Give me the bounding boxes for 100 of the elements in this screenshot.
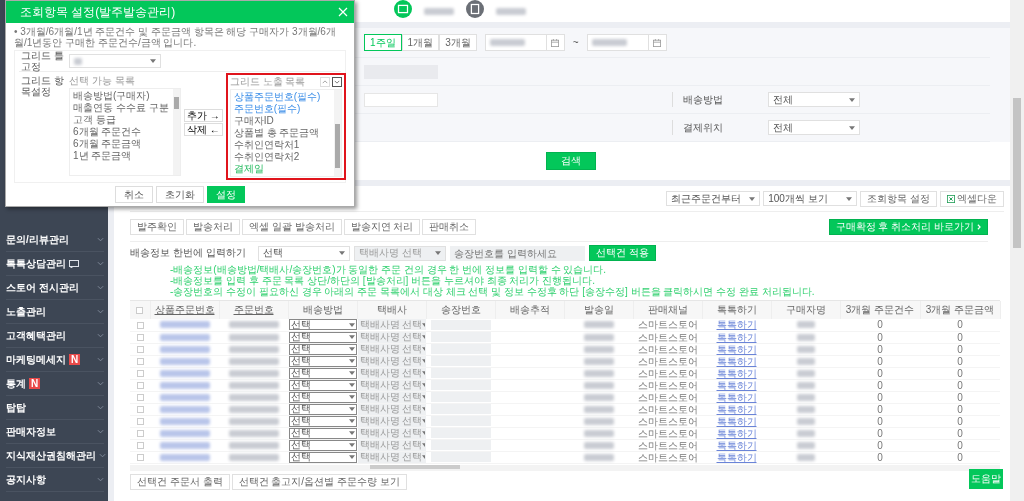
sidebar-item[interactable]: 판매자정보	[6, 420, 104, 444]
remove-button[interactable]: 삭제 ←	[184, 123, 223, 136]
select-field[interactable]: 선택	[288, 319, 357, 331]
scrollbar[interactable]	[1010, 0, 1024, 501]
action-button[interactable]: 발송지연 처리	[343, 218, 421, 235]
checkbox[interactable]	[136, 334, 144, 342]
select-field[interactable]: 선택	[258, 245, 350, 261]
talk-link[interactable]: 톡톡하기	[716, 355, 757, 367]
checkbox[interactable]	[136, 418, 144, 426]
chevron-down-icon	[97, 261, 104, 266]
period-tab[interactable]: 3개월	[439, 34, 477, 51]
list-item[interactable]: 매출연동 수수료 구분	[73, 102, 173, 114]
talk-link[interactable]: 톡톡하기	[716, 343, 757, 355]
select-field[interactable]: 선택	[288, 379, 357, 391]
sidebar-item[interactable]: 통계 N	[6, 372, 104, 396]
action-button[interactable]: 엑셀 일괄 발송처리	[242, 218, 342, 235]
scrollbar[interactable]	[173, 89, 180, 175]
checkbox[interactable]	[136, 442, 144, 450]
list-item[interactable]: 수취인연락처1	[233, 139, 334, 151]
checkbox[interactable]	[136, 346, 144, 354]
sidebar-item[interactable]: 지식재산권침해관리	[6, 444, 104, 468]
checkbox[interactable]	[136, 322, 144, 330]
list-item[interactable]: 상품별 총 주문금액	[233, 127, 334, 139]
checkbox[interactable]	[136, 370, 144, 378]
blurred-text	[583, 345, 614, 353]
talk-link[interactable]: 톡톡하기	[716, 367, 757, 379]
select-field[interactable]: 전체	[768, 120, 860, 135]
period-tab[interactable]: 1개월	[401, 34, 440, 51]
action-button[interactable]: 선택건 주문서 출력	[130, 473, 230, 490]
select-field[interactable]: 전체	[768, 92, 860, 107]
checkbox[interactable]	[136, 394, 144, 402]
checkbox[interactable]	[136, 406, 144, 414]
talk-link[interactable]: 톡톡하기	[716, 427, 757, 439]
checkbox[interactable]	[136, 382, 144, 390]
select-field[interactable]: 100개씩 보기	[763, 191, 858, 206]
list-item[interactable]: 구매자ID	[233, 115, 334, 127]
list-item[interactable]: 주문번호(필수)	[233, 103, 334, 115]
checkbox[interactable]	[136, 430, 144, 438]
select-field[interactable]: 선택	[288, 403, 357, 415]
table-cell: 0	[920, 451, 1000, 463]
talk-link[interactable]: 톡톡하기	[716, 331, 757, 343]
list-item[interactable]: 고객 등급	[73, 114, 173, 126]
talk-link[interactable]: 톡톡하기	[716, 451, 757, 463]
sidebar-item[interactable]: 노출관리	[6, 300, 104, 324]
select-field[interactable]	[364, 92, 438, 107]
scrollbar[interactable]	[333, 90, 341, 176]
list-item[interactable]: 수취인연락처2	[233, 151, 334, 163]
sidebar-item[interactable]: 마케팅메세지 N	[6, 348, 104, 372]
date-field[interactable]	[586, 34, 667, 51]
list-item[interactable]: 배송방법(구매자)	[73, 90, 173, 102]
talk-link[interactable]: 톡톡하기	[716, 379, 757, 391]
sidebar-item[interactable]: 스토어 전시관리	[6, 276, 104, 300]
list-item[interactable]: 1년 주문금액	[73, 150, 173, 162]
move-down-button[interactable]	[331, 77, 342, 87]
select-field[interactable]: 최근주문건부터	[666, 191, 761, 206]
talk-link[interactable]: 톡톡하기	[716, 403, 757, 415]
table-cell: 0	[840, 451, 920, 463]
column-header[interactable]: 상품주문번호	[150, 301, 219, 319]
excel-download-button[interactable]: 엑셀다운	[940, 190, 1004, 207]
sidebar-item[interactable]: 공지사항	[6, 468, 104, 492]
action-button[interactable]: 발송처리	[186, 218, 240, 235]
checkbox[interactable]	[136, 454, 144, 462]
table-cell: 0	[840, 427, 920, 439]
select-field[interactable]: 선택	[288, 451, 357, 463]
add-button[interactable]: 추가 →	[184, 109, 223, 122]
select-field[interactable]: 선택	[288, 439, 357, 451]
column-header[interactable]: 주문번호	[219, 301, 288, 319]
blurred-text	[496, 8, 526, 15]
list-item[interactable]: 6개월 주문금액	[73, 138, 173, 150]
sidebar-item[interactable]: 문의/리뷰관리	[6, 228, 104, 252]
sidebar-item[interactable]: 탑탑	[6, 396, 104, 420]
table-cell: 0	[920, 403, 1000, 415]
list-item[interactable]: 6개월 주문건수	[73, 126, 173, 138]
column-settings-button[interactable]: 조회항목 설정	[860, 190, 937, 207]
date-field[interactable]	[484, 34, 565, 51]
select-field[interactable]	[69, 54, 161, 68]
sidebar-item[interactable]: 톡톡상담관리	[6, 252, 104, 276]
select-field[interactable]: 선택	[288, 343, 357, 355]
sidebar-item[interactable]: 고객혜택관리	[6, 324, 104, 348]
select-field[interactable]: 선택	[288, 367, 357, 379]
checkbox[interactable]	[136, 307, 144, 315]
action-button[interactable]: 발주확인	[130, 218, 184, 235]
select-field[interactable]: 선택	[288, 331, 357, 343]
select-field[interactable]: 선택	[288, 391, 357, 403]
talk-link[interactable]: 톡톡하기	[716, 415, 757, 427]
scrollbar[interactable]	[130, 464, 1000, 471]
dialog-button[interactable]: 초기화	[156, 186, 204, 203]
action-button[interactable]: 판매취소	[422, 218, 477, 235]
dialog-button[interactable]: 취소	[115, 186, 153, 203]
select-field[interactable]: 선택	[288, 355, 357, 367]
talk-link[interactable]: 톡톡하기	[716, 391, 757, 403]
checkbox[interactable]	[136, 358, 144, 366]
table-cell: 0	[920, 331, 1000, 343]
talk-link[interactable]: 톡톡하기	[716, 439, 757, 451]
select-field[interactable]: 선택	[288, 427, 357, 439]
select-field[interactable]: 선택	[288, 415, 357, 427]
action-button[interactable]: 선택건 출고지/옵션별 주문수량 보기	[231, 473, 407, 490]
list-item[interactable]: 상품주문번호(필수)	[233, 91, 334, 103]
talk-link[interactable]: 톡톡하기	[716, 319, 757, 331]
close-button[interactable]	[338, 7, 348, 17]
